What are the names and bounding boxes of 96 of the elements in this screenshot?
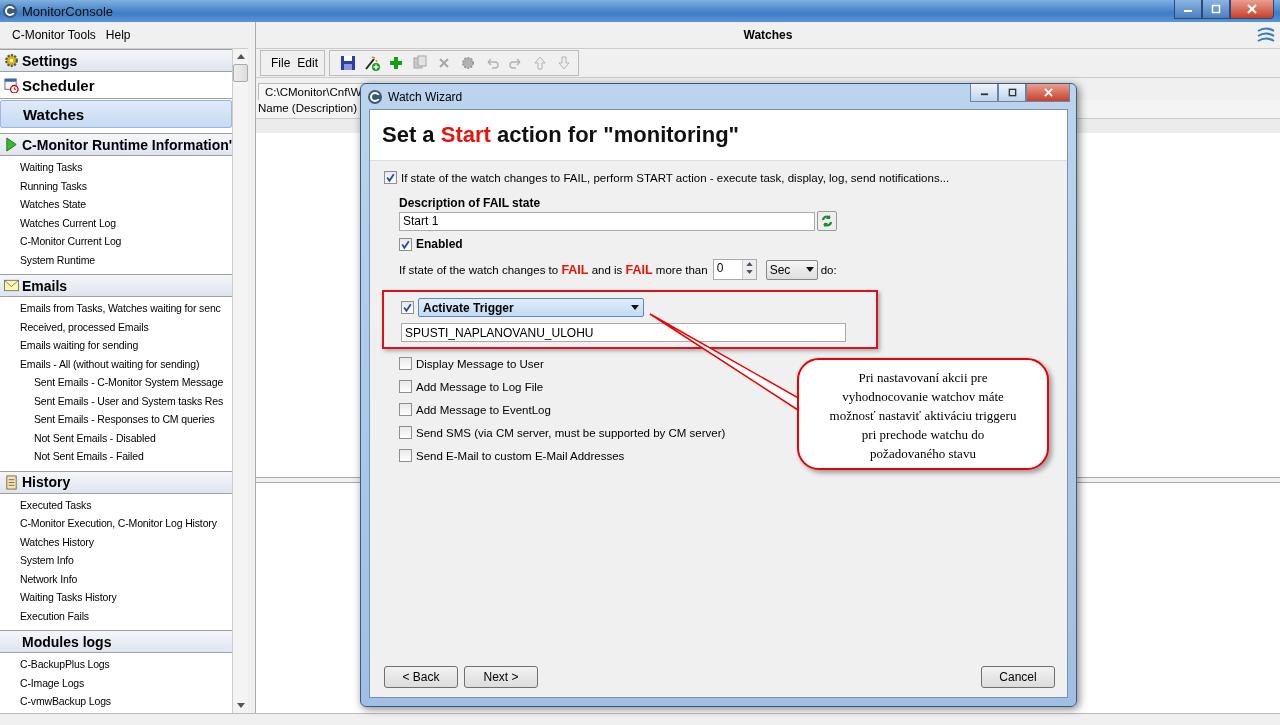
nav-item[interactable]: System Runtime [20,250,232,269]
checkbox[interactable] [399,449,412,462]
close-icon [1043,88,1053,97]
nav-item[interactable]: Not Sent Emails - Failed [20,447,232,466]
nav-item[interactable]: Watches History [20,532,232,551]
nav-item[interactable]: C-Monitor Current Log [20,232,232,251]
nav-section-header[interactable]: Settings [0,49,232,72]
window-title: MonitorConsole [22,3,114,19]
maximize-icon [1007,88,1017,97]
action-dropdown[interactable]: Activate Trigger [418,298,644,317]
callout-bubble: Pri nastavovaní akcii pre vyhodnocovanie watchov máte možnosť nastaviť aktiváciu triggeru pri prechode watchu do požadovaného stavu [797,358,1049,470]
panel-title: Watches [743,28,793,42]
close-button[interactable] [1026,84,1070,102]
condition-suffix: do: [820,263,837,276]
checkbox[interactable] [384,171,397,184]
checkbox-label: Enabled [416,237,463,251]
menu-item[interactable]: Help [105,28,131,42]
nav-item[interactable]: Running Tasks [20,176,232,195]
unit-dropdown[interactable]: Sec [765,259,818,280]
nav-item[interactable]: Execution Fails [20,606,232,625]
nav-item[interactable]: Sent Emails - Responses to CM queries [20,410,232,429]
nav-item[interactable]: Received, processed Emails [20,317,232,336]
save-icon[interactable] [340,55,357,71]
nav-section-header[interactable]: Emails [0,274,232,297]
menu-item[interactable]: C-Monitor Tools [12,28,96,42]
scroll-icon [4,474,19,490]
nav-item[interactable]: Emails waiting for sending [20,336,232,355]
checkbox-label: If state of the watch changes to FAIL, perform START action - execute task, display, log, send notifications... [401,171,950,184]
scroll-down-icon [236,703,245,708]
nav-section-header[interactable]: Scheduler [0,72,232,99]
spin-down-icon[interactable] [745,270,753,274]
nav-item[interactable]: Network Info [20,569,232,588]
app-logo-icon [367,88,383,105]
nav-item[interactable]: Watches Current Log [20,213,232,232]
duration-spinner[interactable]: 0 [712,259,757,280]
play-icon [4,137,19,152]
nav-section-header[interactable]: Watches [0,100,232,128]
checkbox[interactable] [399,380,412,393]
maximize-icon [1211,4,1221,14]
nav-item[interactable]: Watches State [20,195,232,214]
description-field[interactable]: Start 1 [399,211,815,231]
nav-item[interactable]: Emails - All (without waiting for sending) [20,354,232,373]
nav-item[interactable]: Not Sent Emails - Disabled [20,428,232,447]
logo-icon [1256,27,1276,43]
caret-icon [631,305,639,310]
nav-item[interactable]: C-vmwBackup Logs [20,692,232,711]
plus-icon[interactable] [388,55,405,71]
trigger-name-field[interactable]: SPUSTI_NAPLANOVANU_ULOHU [401,323,846,342]
close-button[interactable] [1230,0,1274,19]
next-button[interactable]: Next > [464,666,538,688]
checkbox-label: Add Message to EventLog [416,403,551,416]
calendar-clock-icon [4,77,19,93]
checkbox-label: Add Message to Log File [416,380,544,393]
minimize-button[interactable] [1174,0,1202,19]
nav-item[interactable]: System Info [20,551,232,570]
menu-item[interactable]: Edit [297,56,319,70]
checkbox[interactable] [399,357,412,370]
checkbox-label: Send SMS (via CM server, must be supported by CM server) [416,426,726,439]
envelope-icon [4,278,19,293]
wizard-heading: Set a Start action for "monitoring" [382,122,739,148]
maximize-button[interactable] [1202,0,1230,19]
nav-item[interactable]: C-BackupPlus Logs [20,655,232,674]
field-label: Description of FAIL state [399,196,542,210]
nav-section-header[interactable]: History [0,470,232,494]
nav-item[interactable]: Emails from Tasks, Watches waiting for senc [20,299,232,318]
caret-icon [805,267,814,272]
checkbox[interactable] [401,301,414,314]
nav-section-header[interactable]: Modules logs [0,630,232,653]
nav-section-header[interactable]: C-Monitor Runtime Information' [0,133,232,156]
cancel-button[interactable]: Cancel [981,666,1055,688]
back-button[interactable]: < Back [384,666,458,688]
minimize-button[interactable] [970,84,998,102]
checkbox[interactable] [399,403,412,416]
spin-up-icon[interactable] [745,262,753,266]
app-logo-icon [2,3,18,19]
scroll-thumb[interactable] [233,64,248,82]
refresh-icon [820,214,834,228]
checkbox-label: Display Message to User [416,357,544,370]
nav-item[interactable]: C-Monitor Execution, C-Monitor Log History [20,514,232,533]
nav-item[interactable]: Executed Tasks [20,495,232,514]
scroll-up-icon [236,54,245,59]
wand-plus-icon[interactable] [364,55,381,71]
close-icon [1247,4,1257,14]
nav-item[interactable]: Waiting Tasks History [20,588,232,607]
checkbox[interactable] [399,426,412,439]
gear-icon [4,53,19,68]
refresh-button[interactable] [817,211,837,231]
nav-item[interactable]: C-Image Logs [20,673,232,692]
maximize-button[interactable] [998,84,1026,102]
nav-item[interactable]: Sent Emails - C-Monitor System Message [20,373,232,392]
checkbox-label: Send E-Mail to custom E-Mail Addresses [416,449,625,462]
nav-item[interactable]: Sent Emails - User and System tasks Res [20,391,232,410]
menu-item[interactable]: File [271,56,291,70]
checkbox[interactable] [399,237,412,251]
nav-item[interactable]: Waiting Tasks [20,158,232,177]
condition-text: If state of the watch changes to FAIL and is FAIL more than [399,262,708,277]
